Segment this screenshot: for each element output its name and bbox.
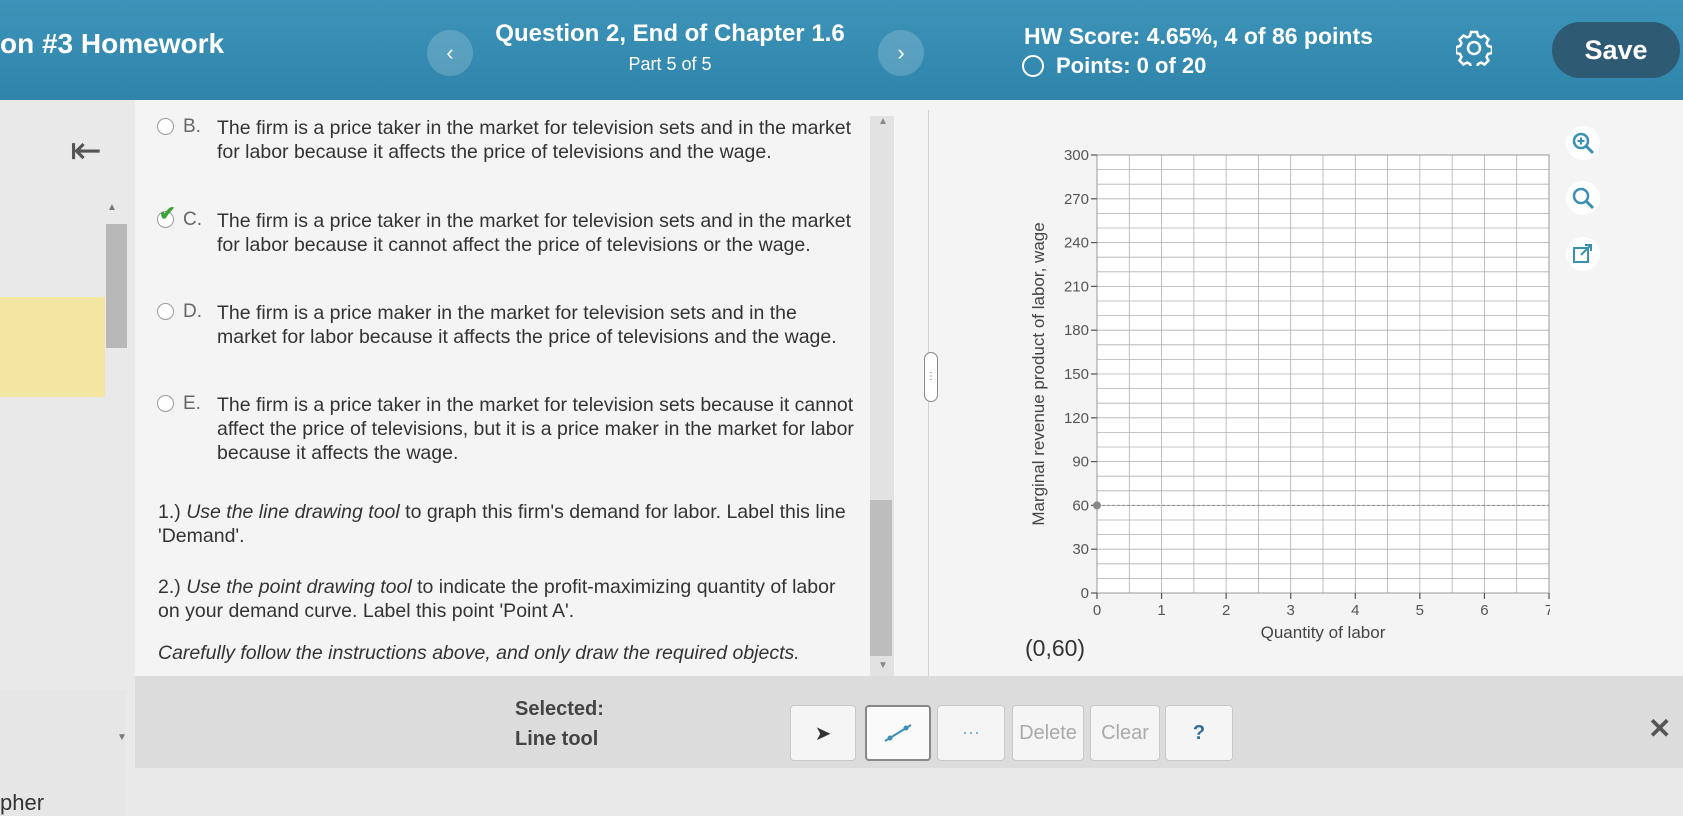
option-letter: D. bbox=[183, 301, 202, 322]
instruction-step-1: 1.) Use the line drawing tool to graph t… bbox=[158, 500, 858, 548]
previous-question-button[interactable]: ‹ bbox=[427, 30, 473, 76]
panel-resize-handle[interactable]: ⋮ bbox=[924, 352, 938, 402]
note-text: Carefully follow the instructions above,… bbox=[158, 642, 800, 664]
line-tool-button[interactable] bbox=[865, 705, 931, 761]
y-tick-label: 150 bbox=[1064, 366, 1089, 383]
correct-check-icon: ✔ bbox=[159, 203, 176, 225]
help-button[interactable]: ? bbox=[1165, 705, 1233, 761]
chevron-right-icon: › bbox=[897, 40, 905, 65]
points-row: Points: 0 of 20 bbox=[1022, 53, 1206, 79]
delete-button[interactable]: Delete bbox=[1012, 705, 1084, 761]
point-tool-button[interactable]: ⋯ bbox=[937, 705, 1005, 761]
y-tick-label: 120 bbox=[1064, 410, 1089, 427]
step-prefix: 2.) bbox=[158, 576, 187, 598]
y-tick-label: 240 bbox=[1064, 235, 1089, 252]
save-button[interactable]: Save bbox=[1552, 22, 1680, 78]
radio-button[interactable] bbox=[157, 395, 174, 412]
line-tool-icon bbox=[884, 724, 912, 742]
instruction-step-2: 2.) Use the point drawing tool to indica… bbox=[158, 575, 858, 623]
next-question-button[interactable]: › bbox=[878, 30, 924, 76]
scroll-down-icon[interactable]: ▼ bbox=[878, 660, 888, 671]
x-tick-label: 1 bbox=[1157, 602, 1165, 619]
question-title: Question 2, End of Chapter 1.6 bbox=[495, 20, 845, 47]
close-icon[interactable]: ✕ bbox=[1648, 712, 1671, 745]
zoom-out-icon[interactable] bbox=[1566, 181, 1600, 215]
y-tick-label: 0 bbox=[1081, 585, 1089, 602]
highlight-block bbox=[0, 297, 105, 397]
x-tick-label: 4 bbox=[1351, 602, 1359, 619]
scroll-up-icon[interactable]: ▲ bbox=[107, 202, 117, 213]
coordinate-readout: (0,60) bbox=[1025, 635, 1086, 661]
y-tick-label: 300 bbox=[1064, 147, 1089, 164]
open-external-icon[interactable] bbox=[1566, 237, 1600, 271]
y-tick-label: 60 bbox=[1072, 497, 1089, 514]
y-axis-label: Marginal revenue product of labor, wage bbox=[1030, 222, 1048, 525]
option-text: The firm is a price taker in the market … bbox=[217, 394, 854, 464]
y-tick-label: 180 bbox=[1064, 322, 1089, 339]
collapse-arrow-icon[interactable]: ⇤ bbox=[70, 128, 102, 173]
zoom-in-icon[interactable] bbox=[1566, 126, 1600, 160]
question-scrollbar-thumb[interactable] bbox=[870, 500, 892, 656]
selected-label: Selected: bbox=[515, 698, 604, 720]
x-tick-label: 2 bbox=[1222, 602, 1230, 619]
hw-score: HW Score: 4.65%, 4 of 86 points bbox=[1024, 23, 1373, 49]
option-letter: B. bbox=[183, 116, 201, 137]
cursor-icon: ➤ bbox=[814, 722, 832, 745]
settings-gear-icon[interactable] bbox=[1456, 30, 1492, 66]
instruction-note: Carefully follow the instructions above,… bbox=[158, 641, 858, 665]
chevron-left-icon: ‹ bbox=[446, 40, 454, 65]
radio-button[interactable] bbox=[157, 118, 174, 135]
option-text: The firm is a price maker in the market … bbox=[217, 302, 837, 348]
sidebar-footer-text: pher bbox=[0, 790, 45, 815]
y-tick-label: 210 bbox=[1064, 278, 1089, 295]
step-tool-name: Use the line drawing tool bbox=[186, 501, 400, 523]
x-axis-label: Quantity of labor bbox=[1261, 623, 1386, 642]
selected-tool-name: Line tool bbox=[515, 728, 599, 750]
step-prefix: 1.) bbox=[158, 501, 187, 523]
point-icon: ⋯ bbox=[962, 722, 980, 743]
option-text: The firm is a price taker in the market … bbox=[217, 117, 852, 163]
radio-button[interactable] bbox=[157, 303, 174, 320]
outer-scrollbar-thumb[interactable] bbox=[106, 224, 127, 348]
option-letter: E. bbox=[183, 393, 201, 414]
y-tick-label: 270 bbox=[1064, 191, 1089, 208]
x-tick-label: 5 bbox=[1416, 602, 1424, 619]
option-text: The firm is a price taker in the market … bbox=[217, 210, 852, 256]
points-text: Points: 0 of 20 bbox=[1056, 53, 1207, 78]
x-tick-label: 3 bbox=[1287, 602, 1295, 619]
option-letter: C. bbox=[183, 209, 202, 230]
points-status-icon bbox=[1022, 55, 1044, 77]
x-tick-label: 6 bbox=[1480, 602, 1488, 619]
pointer-tool-button[interactable]: ➤ bbox=[790, 705, 856, 761]
scroll-up-icon[interactable]: ▲ bbox=[878, 116, 888, 127]
question-part: Part 5 of 5 bbox=[628, 54, 712, 74]
labor-graph[interactable]: 0 30 60 90 120 150 180 210 240 270 300 0 1 2 3 4 5 6 7 Quan… bbox=[1030, 140, 1550, 650]
x-tick-label: 7 bbox=[1545, 602, 1550, 619]
assignment-title: on #3 Homework bbox=[0, 28, 225, 59]
cursor-point bbox=[1093, 501, 1101, 510]
scroll-down-icon[interactable]: ▼ bbox=[117, 732, 127, 743]
clear-button[interactable]: Clear bbox=[1090, 705, 1160, 761]
step-tool-name: Use the point drawing tool bbox=[186, 576, 412, 598]
y-tick-label: 90 bbox=[1072, 454, 1089, 471]
y-tick-label: 30 bbox=[1072, 541, 1089, 558]
x-tick-label: 0 bbox=[1093, 602, 1101, 619]
assignment-header: on #3 Homework ‹ Question 2, End of Chap… bbox=[0, 0, 1683, 100]
